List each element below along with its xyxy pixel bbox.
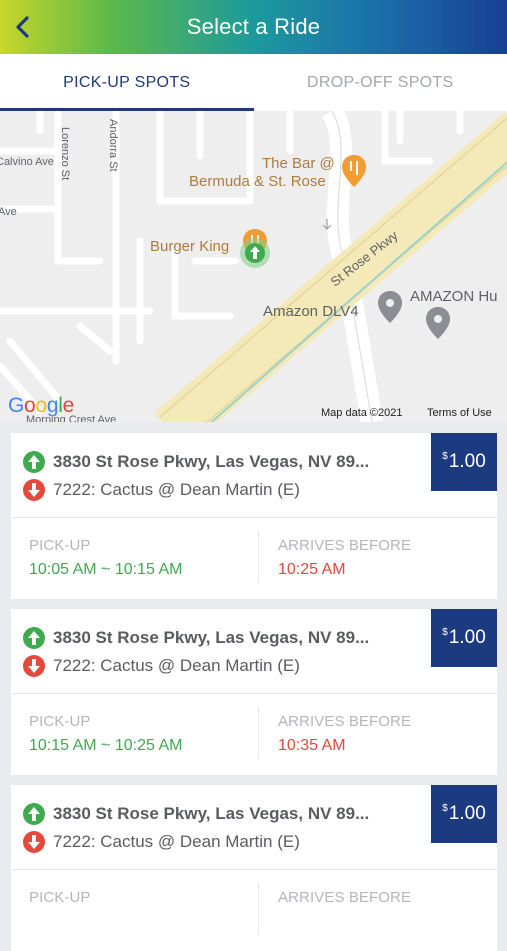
pickup-label: PICK-UP bbox=[29, 713, 91, 730]
divider bbox=[258, 531, 259, 583]
pickup-location-marker-icon bbox=[240, 238, 270, 268]
tab-pickup-spots[interactable]: PICK-UP SPOTS bbox=[0, 54, 254, 111]
street-label: Ave bbox=[0, 206, 17, 218]
map-view[interactable]: Calvino Ave Ave Morning Crest Ave Andorr… bbox=[0, 111, 507, 422]
pickup-address: 3830 St Rose Pkwy, Las Vegas, NV 89... bbox=[53, 452, 369, 472]
price-value: 1.00 bbox=[449, 627, 486, 649]
pickup-time: 10:05 AM ~ 10:15 AM bbox=[29, 561, 182, 579]
currency-symbol: $ bbox=[442, 627, 448, 638]
place-label: Burger King bbox=[150, 238, 229, 255]
price-badge[interactable]: $1.00 bbox=[431, 785, 497, 843]
pickup-arrow-up-icon bbox=[23, 627, 45, 649]
ride-card[interactable]: 3830 St Rose Pkwy, Las Vegas, NV 89... 7… bbox=[11, 433, 497, 599]
price-badge[interactable]: $1.00 bbox=[431, 609, 497, 667]
tab-dropoff-spots[interactable]: DROP-OFF SPOTS bbox=[254, 54, 507, 111]
dropoff-row: 7222: Cactus @ Dean Martin (E) bbox=[23, 479, 300, 501]
pickup-address: 3830 St Rose Pkwy, Las Vegas, NV 89... bbox=[53, 628, 369, 648]
pickup-label: PICK-UP bbox=[29, 537, 91, 554]
chevron-left-icon bbox=[15, 16, 31, 38]
arrives-before-time: 10:25 AM bbox=[278, 561, 346, 579]
price-badge[interactable]: $1.00 bbox=[431, 433, 497, 491]
dropoff-arrow-down-icon bbox=[23, 479, 45, 501]
pickup-arrow-up-icon bbox=[23, 803, 45, 825]
map-attribution: Map data ©2021 Terms of Use bbox=[0, 405, 507, 422]
dropoff-stop: 7222: Cactus @ Dean Martin (E) bbox=[53, 656, 300, 676]
pickup-row: 3830 St Rose Pkwy, Las Vegas, NV 89... bbox=[23, 451, 369, 473]
dropoff-stop: 7222: Cactus @ Dean Martin (E) bbox=[53, 832, 300, 852]
tab-bar: PICK-UP SPOTS DROP-OFF SPOTS bbox=[0, 54, 507, 111]
divider bbox=[258, 707, 259, 759]
divider bbox=[258, 883, 259, 935]
divider bbox=[11, 693, 497, 694]
place-label: AMAZON Hu bbox=[410, 288, 498, 305]
arrives-before-label: ARRIVES BEFORE bbox=[278, 537, 411, 554]
dropoff-arrow-down-icon bbox=[23, 655, 45, 677]
pickup-row: 3830 St Rose Pkwy, Las Vegas, NV 89... bbox=[23, 803, 369, 825]
pickup-arrow-up-icon bbox=[23, 451, 45, 473]
street-label: Calvino Ave bbox=[0, 156, 54, 168]
arrives-before-label: ARRIVES BEFORE bbox=[278, 713, 411, 730]
divider bbox=[11, 517, 497, 518]
pickup-label: PICK-UP bbox=[29, 889, 91, 906]
pickup-row: 3830 St Rose Pkwy, Las Vegas, NV 89... bbox=[23, 627, 369, 649]
dropoff-stop: 7222: Cactus @ Dean Martin (E) bbox=[53, 480, 300, 500]
price-value: 1.00 bbox=[449, 803, 486, 825]
dropoff-row: 7222: Cactus @ Dean Martin (E) bbox=[23, 655, 300, 677]
street-label: Andorra St bbox=[107, 119, 119, 172]
map-data-attribution: Map data ©2021 bbox=[321, 407, 403, 419]
page-title: Select a Ride bbox=[187, 14, 320, 40]
app-header: Select a Ride bbox=[0, 0, 507, 54]
dropoff-arrow-down-icon bbox=[23, 831, 45, 853]
street-label: Lorenzo St bbox=[59, 127, 71, 180]
place-label: Bermuda & St. Rose bbox=[189, 173, 326, 190]
currency-symbol: $ bbox=[442, 451, 448, 462]
divider bbox=[11, 869, 497, 870]
price-value: 1.00 bbox=[449, 451, 486, 473]
place-label: Amazon DLV4 bbox=[263, 303, 359, 320]
pickup-time: 10:15 AM ~ 10:25 AM bbox=[29, 737, 182, 755]
arrives-before-time: 10:35 AM bbox=[278, 737, 346, 755]
ride-card[interactable]: 3830 St Rose Pkwy, Las Vegas, NV 89... 7… bbox=[11, 785, 497, 951]
currency-symbol: $ bbox=[442, 803, 448, 814]
arrives-before-label: ARRIVES BEFORE bbox=[278, 889, 411, 906]
pickup-address: 3830 St Rose Pkwy, Las Vegas, NV 89... bbox=[53, 804, 369, 824]
ride-card[interactable]: 3830 St Rose Pkwy, Las Vegas, NV 89... 7… bbox=[11, 609, 497, 775]
terms-of-use-link[interactable]: Terms of Use bbox=[427, 407, 492, 419]
dropoff-row: 7222: Cactus @ Dean Martin (E) bbox=[23, 831, 300, 853]
back-button[interactable] bbox=[8, 11, 38, 43]
place-label: The Bar @ bbox=[262, 155, 335, 172]
